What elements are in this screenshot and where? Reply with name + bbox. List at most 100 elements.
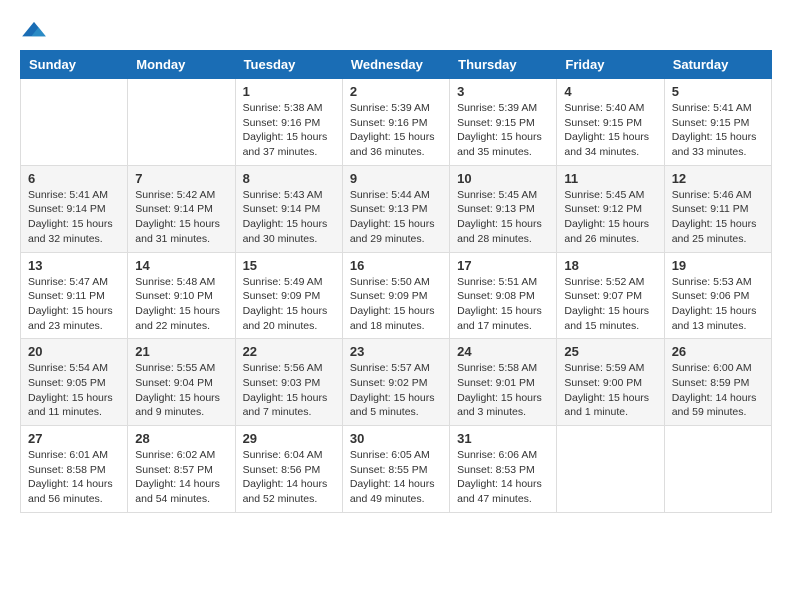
calendar-week-row: 20 Sunrise: 5:54 AM Sunset: 9:05 PM Dayli… xyxy=(21,339,772,426)
calendar-cell: 4 Sunrise: 5:40 AM Sunset: 9:15 PM Daylig… xyxy=(557,79,664,166)
calendar-cell: 9 Sunrise: 5:44 AM Sunset: 9:13 PM Daylig… xyxy=(342,165,449,252)
day-info: Sunrise: 6:00 AM Sunset: 8:59 PM Dayligh… xyxy=(672,361,764,420)
day-number: 15 xyxy=(243,258,335,273)
day-info: Sunrise: 5:48 AM Sunset: 9:10 PM Dayligh… xyxy=(135,275,227,334)
calendar-cell: 19 Sunrise: 5:53 AM Sunset: 9:06 PM Dayli… xyxy=(664,252,771,339)
calendar-cell xyxy=(21,79,128,166)
calendar-cell: 1Sunrise: 5:38 AM Sunset: 9:16 PM Daylig… xyxy=(235,79,342,166)
calendar-cell: 6Sunrise: 5:41 AM Sunset: 9:14 PM Daylig… xyxy=(21,165,128,252)
day-number: 18 xyxy=(564,258,656,273)
day-info: Sunrise: 5:43 AM Sunset: 9:14 PM Dayligh… xyxy=(243,188,335,247)
day-header-friday: Friday xyxy=(557,51,664,79)
day-number: 29 xyxy=(243,431,335,446)
calendar-cell xyxy=(664,426,771,513)
calendar-cell: 27 Sunrise: 6:01 AM Sunset: 8:58 PM Dayli… xyxy=(21,426,128,513)
day-info: Sunrise: 5:42 AM Sunset: 9:14 PM Dayligh… xyxy=(135,188,227,247)
day-number: 26 xyxy=(672,344,764,359)
day-number: 30 xyxy=(350,431,442,446)
calendar-cell: 25 Sunrise: 5:59 AM Sunset: 9:00 PM Dayli… xyxy=(557,339,664,426)
calendar-week-row: 27 Sunrise: 6:01 AM Sunset: 8:58 PM Dayli… xyxy=(21,426,772,513)
day-number: 31 xyxy=(457,431,549,446)
day-number: 21 xyxy=(135,344,227,359)
calendar-cell xyxy=(557,426,664,513)
day-number: 19 xyxy=(672,258,764,273)
day-number: 22 xyxy=(243,344,335,359)
day-number: 24 xyxy=(457,344,549,359)
day-number: 6 xyxy=(28,171,120,186)
day-info: Sunrise: 5:59 AM Sunset: 9:00 PM Dayligh… xyxy=(564,361,656,420)
day-info: Sunrise: 5:50 AM Sunset: 9:09 PM Dayligh… xyxy=(350,275,442,334)
day-info: Sunrise: 5:53 AM Sunset: 9:06 PM Dayligh… xyxy=(672,275,764,334)
calendar-cell: 16 Sunrise: 5:50 AM Sunset: 9:09 PM Dayli… xyxy=(342,252,449,339)
calendar-cell: 7 Sunrise: 5:42 AM Sunset: 9:14 PM Daylig… xyxy=(128,165,235,252)
day-info: Sunrise: 5:56 AM Sunset: 9:03 PM Dayligh… xyxy=(243,361,335,420)
day-number: 27 xyxy=(28,431,120,446)
day-number: 12 xyxy=(672,171,764,186)
day-info: Sunrise: 5:51 AM Sunset: 9:08 PM Dayligh… xyxy=(457,275,549,334)
calendar-week-row: 6Sunrise: 5:41 AM Sunset: 9:14 PM Daylig… xyxy=(21,165,772,252)
day-info: Sunrise: 5:57 AM Sunset: 9:02 PM Dayligh… xyxy=(350,361,442,420)
day-number: 17 xyxy=(457,258,549,273)
day-info: Sunrise: 5:40 AM Sunset: 9:15 PM Dayligh… xyxy=(564,101,656,160)
day-number: 9 xyxy=(350,171,442,186)
day-number: 5 xyxy=(672,84,764,99)
calendar-cell: 13 Sunrise: 5:47 AM Sunset: 9:11 PM Dayli… xyxy=(21,252,128,339)
calendar-cell: 17 Sunrise: 5:51 AM Sunset: 9:08 PM Dayli… xyxy=(450,252,557,339)
calendar-cell: 14 Sunrise: 5:48 AM Sunset: 9:10 PM Dayli… xyxy=(128,252,235,339)
day-number: 11 xyxy=(564,171,656,186)
day-info: Sunrise: 5:45 AM Sunset: 9:12 PM Dayligh… xyxy=(564,188,656,247)
calendar-cell: 18 Sunrise: 5:52 AM Sunset: 9:07 PM Dayli… xyxy=(557,252,664,339)
day-info: Sunrise: 5:46 AM Sunset: 9:11 PM Dayligh… xyxy=(672,188,764,247)
calendar-cell: 11 Sunrise: 5:45 AM Sunset: 9:12 PM Dayli… xyxy=(557,165,664,252)
calendar-cell xyxy=(128,79,235,166)
day-number: 16 xyxy=(350,258,442,273)
day-info: Sunrise: 5:45 AM Sunset: 9:13 PM Dayligh… xyxy=(457,188,549,247)
day-info: Sunrise: 5:39 AM Sunset: 9:15 PM Dayligh… xyxy=(457,101,549,160)
day-info: Sunrise: 6:05 AM Sunset: 8:55 PM Dayligh… xyxy=(350,448,442,507)
calendar-cell: 2 Sunrise: 5:39 AM Sunset: 9:16 PM Daylig… xyxy=(342,79,449,166)
day-header-wednesday: Wednesday xyxy=(342,51,449,79)
day-number: 23 xyxy=(350,344,442,359)
day-info: Sunrise: 5:39 AM Sunset: 9:16 PM Dayligh… xyxy=(350,101,442,160)
day-info: Sunrise: 5:49 AM Sunset: 9:09 PM Dayligh… xyxy=(243,275,335,334)
day-info: Sunrise: 5:44 AM Sunset: 9:13 PM Dayligh… xyxy=(350,188,442,247)
logo-icon xyxy=(20,20,48,40)
day-number: 10 xyxy=(457,171,549,186)
calendar-cell: 12 Sunrise: 5:46 AM Sunset: 9:11 PM Dayli… xyxy=(664,165,771,252)
day-header-saturday: Saturday xyxy=(664,51,771,79)
day-info: Sunrise: 6:01 AM Sunset: 8:58 PM Dayligh… xyxy=(28,448,120,507)
day-header-monday: Monday xyxy=(128,51,235,79)
calendar-cell: 30 Sunrise: 6:05 AM Sunset: 8:55 PM Dayli… xyxy=(342,426,449,513)
calendar-cell: 20 Sunrise: 5:54 AM Sunset: 9:05 PM Dayli… xyxy=(21,339,128,426)
calendar-cell: 31 Sunrise: 6:06 AM Sunset: 8:53 PM Dayli… xyxy=(450,426,557,513)
calendar-week-row: 1Sunrise: 5:38 AM Sunset: 9:16 PM Daylig… xyxy=(21,79,772,166)
day-number: 3 xyxy=(457,84,549,99)
day-header-thursday: Thursday xyxy=(450,51,557,79)
calendar-cell: 21Sunrise: 5:55 AM Sunset: 9:04 PM Dayli… xyxy=(128,339,235,426)
day-number: 20 xyxy=(28,344,120,359)
day-info: Sunrise: 5:47 AM Sunset: 9:11 PM Dayligh… xyxy=(28,275,120,334)
day-number: 8 xyxy=(243,171,335,186)
day-info: Sunrise: 6:06 AM Sunset: 8:53 PM Dayligh… xyxy=(457,448,549,507)
calendar-cell: 23 Sunrise: 5:57 AM Sunset: 9:02 PM Dayli… xyxy=(342,339,449,426)
calendar-week-row: 13 Sunrise: 5:47 AM Sunset: 9:11 PM Dayli… xyxy=(21,252,772,339)
calendar-cell: 10 Sunrise: 5:45 AM Sunset: 9:13 PM Dayli… xyxy=(450,165,557,252)
day-info: Sunrise: 5:54 AM Sunset: 9:05 PM Dayligh… xyxy=(28,361,120,420)
calendar-cell: 8 Sunrise: 5:43 AM Sunset: 9:14 PM Daylig… xyxy=(235,165,342,252)
day-number: 7 xyxy=(135,171,227,186)
calendar-cell: 22 Sunrise: 5:56 AM Sunset: 9:03 PM Dayli… xyxy=(235,339,342,426)
day-number: 13 xyxy=(28,258,120,273)
day-info: Sunrise: 6:04 AM Sunset: 8:56 PM Dayligh… xyxy=(243,448,335,507)
day-info: Sunrise: 5:52 AM Sunset: 9:07 PM Dayligh… xyxy=(564,275,656,334)
day-number: 4 xyxy=(564,84,656,99)
day-number: 2 xyxy=(350,84,442,99)
day-info: Sunrise: 5:58 AM Sunset: 9:01 PM Dayligh… xyxy=(457,361,549,420)
calendar-cell: 24 Sunrise: 5:58 AM Sunset: 9:01 PM Dayli… xyxy=(450,339,557,426)
day-number: 14 xyxy=(135,258,227,273)
calendar-cell: 15 Sunrise: 5:49 AM Sunset: 9:09 PM Dayli… xyxy=(235,252,342,339)
day-header-sunday: Sunday xyxy=(21,51,128,79)
day-info: Sunrise: 5:38 AM Sunset: 9:16 PM Dayligh… xyxy=(243,101,335,160)
calendar-header-row: SundayMondayTuesdayWednesdayThursdayFrid… xyxy=(21,51,772,79)
day-number: 25 xyxy=(564,344,656,359)
day-info: Sunrise: 5:41 AM Sunset: 9:15 PM Dayligh… xyxy=(672,101,764,160)
